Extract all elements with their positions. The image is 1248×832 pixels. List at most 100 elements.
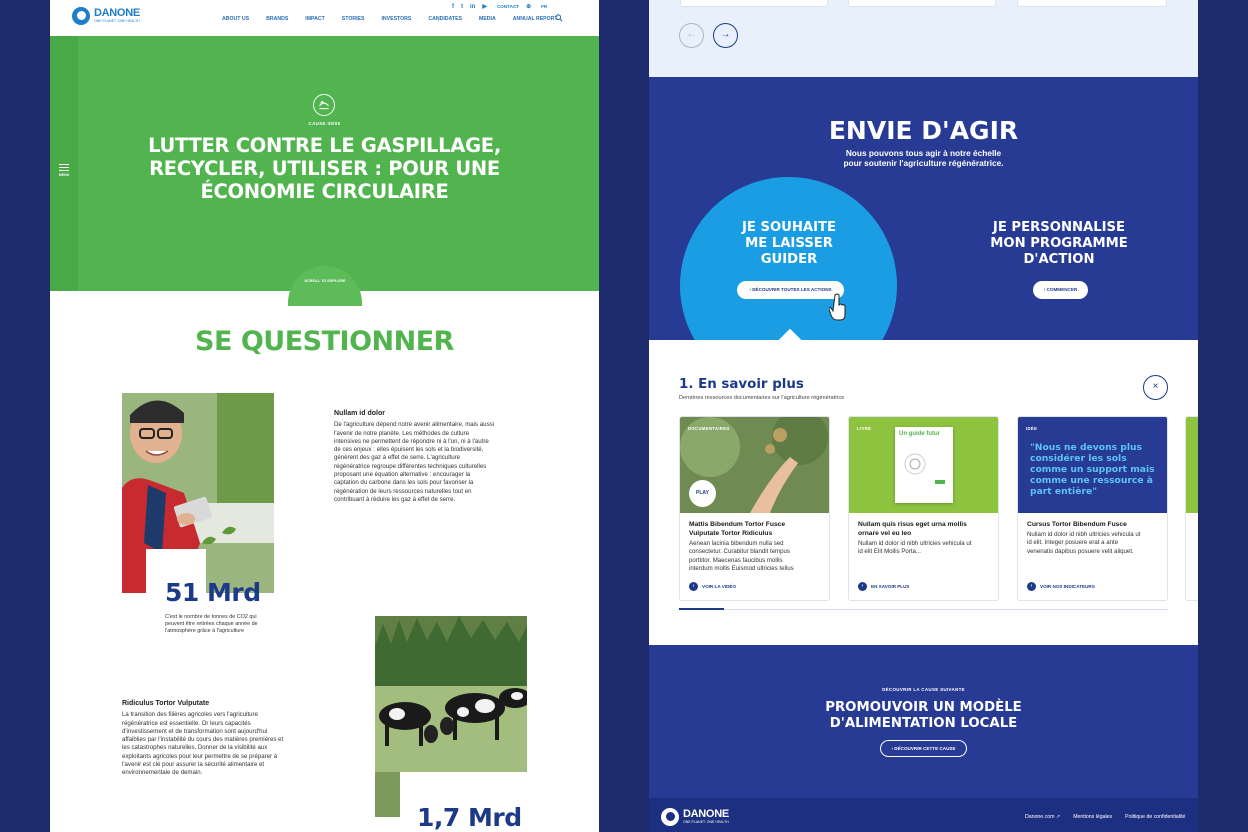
linkedin-icon[interactable]: in (470, 4, 475, 10)
nav-investors[interactable]: INVESTORS (381, 16, 411, 22)
text-line: d'investissement et de transformation so… (122, 727, 268, 735)
card-link[interactable]: › VOIR LA VIDÉO (689, 582, 736, 591)
nav-brands[interactable]: BRANDS (266, 16, 288, 22)
social-links: f t in ▶ CONTACT ⊕ FR (452, 3, 547, 11)
book-cover: Un guide futur (895, 427, 953, 503)
footer-link-privacy[interactable]: Politique de confidentialité (1125, 814, 1185, 820)
danone-logo-icon (72, 7, 90, 25)
twitter-icon[interactable]: t (461, 4, 463, 10)
card-link[interactable]: › VOIR NOS INDICATEURS (1027, 582, 1095, 591)
contact-link[interactable]: CONTACT (497, 4, 519, 9)
top-navigation: DANONE ONE PLANET. ONE HEALTH ABOUT US B… (50, 0, 599, 36)
menu-button[interactable]: MENU (58, 162, 70, 177)
main-nav: ABOUT US BRANDS IMPACT STORIES INVESTORS… (222, 16, 575, 22)
logo-tagline: ONE PLANET. ONE HEALTH (94, 19, 140, 24)
nav-impact[interactable]: IMPACT (305, 16, 325, 22)
savoir-title: 1. En savoir plus (679, 377, 804, 392)
card-desc-line: interdum mollis Euismod ultricies tellus (689, 564, 794, 572)
card-desc-line: Aenean lacinia bibendum nulla sed (689, 540, 784, 547)
cause-number: CAUSE 05/05 (308, 121, 341, 126)
resource-card-partial[interactable] (1185, 416, 1198, 601)
choice-guided[interactable]: JE SOUHAITE ME LAISSER GUIDER (709, 220, 869, 268)
facebook-icon[interactable]: f (452, 4, 454, 10)
hero-title-line: ÉCONOMIE CIRCULAIRE (200, 180, 449, 203)
footer-logo[interactable]: DANONE ONE PLANET. ONE HEALTH (661, 808, 729, 826)
choice-personalize[interactable]: JE PERSONNALISE MON PROGRAMME D'ACTION (979, 220, 1139, 268)
nav-about-us[interactable]: ABOUT US (222, 16, 249, 22)
close-button[interactable]: × (1143, 375, 1168, 400)
text-line: contribuant à réduire les gaz à effet de… (334, 495, 456, 503)
scroll-to-explore[interactable]: SCROLL TO EXPLORE (288, 279, 362, 283)
search-icon[interactable] (555, 14, 563, 22)
card-description: Aenean lacinia bibendum nulla sed consec… (689, 540, 823, 573)
resource-card[interactable]: Un guide futur LIVRE Nullam quis risus e… (848, 416, 999, 601)
book-title: Un guide futur (899, 431, 940, 437)
footer-link-danone[interactable]: Danone.com ↗ (1025, 814, 1060, 820)
card-link-label: EN SAVOIR PLUS (871, 584, 910, 589)
next-cause-label: DÉCOUVRIR LA CAUSE SUIVANTE (882, 687, 965, 692)
pointer-hand-icon (829, 293, 846, 321)
logo-wordmark: DANONE (94, 7, 140, 20)
arrow-right-icon: › (689, 582, 698, 591)
card-title-line: Nullam quis risus eget urna mollis (858, 521, 967, 528)
globe-icon[interactable]: ⊕ (526, 3, 531, 10)
text-block-heading: Nullam id dolor (334, 410, 385, 417)
left-page-screenshot: DANONE ONE PLANET. ONE HEALTH ABOUT US B… (50, 0, 599, 832)
card-desc-line: consectetur. Curabitur blandit tempus (689, 548, 790, 556)
text-line: régénératrice regroupe différentes techn… (334, 462, 487, 470)
resource-card[interactable]: DOCUMENTAIRES PLAY Mattis Bibendum Torto… (679, 416, 830, 601)
card-tag: LIVRE (857, 426, 872, 431)
carousel-card-stub (1017, 0, 1167, 7)
discover-all-actions-button[interactable]: › DÉCOUVRIR TOUTES LES ACTIONS (737, 281, 844, 299)
nav-candidates[interactable]: CANDIDATES (428, 16, 462, 22)
card-description: Nullam id dolor id nibh ultricies vehicu… (1027, 531, 1161, 556)
carousel-prev-button[interactable]: ← (679, 23, 704, 48)
text-block-1: Nullam id dolor De l'agriculture dépend … (334, 410, 534, 504)
hero-title-line: RECYCLER, UTILISER : POUR UNE (149, 157, 500, 180)
next-cause-title: PROMOUVOIR UN MODÈLE D'ALIMENTATION LOCA… (799, 700, 1048, 732)
card-title: Mattis Bibendum Tortor Fusce Vulputate T… (689, 520, 823, 538)
nav-stories[interactable]: STORIES (342, 16, 365, 22)
youtube-icon[interactable]: ▶ (482, 3, 487, 10)
logo-wordmark: DANONE (683, 808, 729, 821)
card-quote: "Nous ne devons plus considérer les sols… (1030, 442, 1155, 497)
card-desc-line: id elit Elit Mollis Porta... (858, 548, 921, 556)
card-title-line: Vulputate Tortor Ridiculus (689, 530, 773, 537)
card-desc-line: id elit. Integer posuere erat a ante (1027, 539, 1119, 547)
carousel-card-stub (848, 0, 996, 7)
footer-link-legal[interactable]: Mentions légales (1073, 814, 1112, 820)
right-page-screenshot: ← → ENVIE D'AGIR Nous pouvons tous agir … (649, 0, 1198, 832)
arrow-right-icon: › (858, 582, 867, 591)
language-switch[interactable]: FR (541, 4, 547, 9)
nav-media[interactable]: MEDIA (479, 16, 496, 22)
section-title: SE QUESTIONNER (195, 326, 454, 357)
text-line: génèrent des gaz à effet de serre. L'agr… (334, 454, 461, 462)
card-desc-line: venenatis dapibus posuere velit aliquet. (1027, 547, 1134, 555)
nav-annual-report[interactable]: ANNUAL REPORT (513, 16, 558, 22)
text-line: l'avenir est clé pour assurer la sécurit… (122, 761, 265, 769)
card-desc-line: Nullam id dolor id nibh ultricies vehicu… (858, 540, 972, 547)
card-desc-line: porttitor. Maecenas faucibus mollis (689, 556, 783, 564)
text-line: captation du carbone dans les sols pour … (334, 479, 474, 487)
cows-illustration (375, 616, 527, 772)
resource-card[interactable]: IDÉE "Nous ne devons plus considérer les… (1017, 416, 1168, 601)
choice-line: JE SOUHAITE (741, 220, 837, 235)
choice-line: MON PROGRAMME (990, 236, 1128, 251)
cows-photo (375, 616, 527, 772)
card-tag: DOCUMENTAIRES (688, 426, 730, 431)
carousel-next-button[interactable]: → (713, 23, 738, 48)
text-line: de ces enjeux : elles épuisent les sols … (334, 446, 484, 454)
subtitle-line: Nous pouvons tous agir à notre échelle (845, 148, 1002, 158)
card-link-label: VOIR NOS INDICATEURS (1040, 584, 1095, 589)
card-link[interactable]: › EN SAVOIR PLUS (858, 582, 909, 591)
choice-line: ME LAISSER (745, 236, 833, 251)
card-title-line: ornare vel eu leo (858, 530, 912, 537)
discover-cause-button[interactable]: › DÉCOUVRIR CETTE CAUSE (880, 740, 967, 757)
start-button[interactable]: › COMMENCER (1033, 281, 1088, 299)
caption-line: peuvent être retirées chaque année de (165, 621, 258, 627)
card-description: Nullam id dolor id nibh ultricies vehicu… (858, 540, 992, 557)
danone-logo[interactable]: DANONE ONE PLANET. ONE HEALTH (72, 7, 140, 25)
carousel-progress-fill (679, 608, 724, 610)
play-button[interactable]: PLAY (689, 480, 716, 507)
book-illustration (904, 453, 945, 484)
